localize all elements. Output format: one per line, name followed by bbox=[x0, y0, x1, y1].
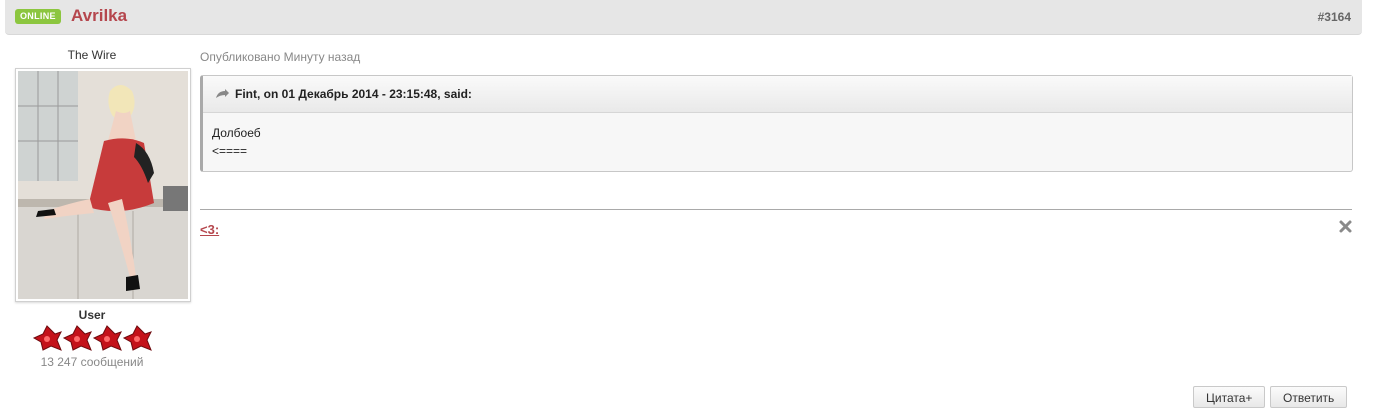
online-badge: ONLINE bbox=[15, 9, 61, 24]
author-sidebar: The Wire User 13 247 сообщений bbox=[10, 48, 191, 369]
quote-body: Долбоеб <==== bbox=[203, 113, 1352, 171]
post-count: 13 247 сообщений bbox=[40, 355, 144, 369]
quote-arrow-icon[interactable] bbox=[215, 88, 229, 100]
reputation-stars bbox=[10, 324, 174, 352]
quote-block: Fint, on 01 Декабрь 2014 - 23:15:48, sai… bbox=[200, 75, 1353, 172]
reply-button[interactable]: Ответить bbox=[1270, 386, 1348, 408]
quote-line: <==== bbox=[212, 144, 248, 158]
post-number-link[interactable]: #3164 bbox=[1318, 10, 1351, 24]
reputation-star-icon bbox=[122, 325, 152, 351]
quote-line: Долбоеб bbox=[212, 126, 261, 140]
member-title: The Wire bbox=[67, 48, 117, 62]
multiquote-button[interactable]: Цитата+ bbox=[1193, 386, 1266, 408]
reputation-star-icon bbox=[32, 325, 62, 351]
reputation-star-icon bbox=[62, 325, 92, 351]
avatar-photo-icon bbox=[18, 71, 188, 299]
signature-divider bbox=[200, 209, 1352, 210]
reputation-star-icon bbox=[92, 325, 122, 351]
avatar[interactable] bbox=[15, 68, 191, 302]
quote-citation: Fint, on 01 Декабрь 2014 - 23:15:48, sai… bbox=[235, 87, 472, 101]
member-group: User bbox=[78, 308, 106, 322]
author-name-link[interactable]: Avrilka bbox=[71, 6, 127, 26]
signature-link[interactable]: <3: bbox=[200, 222, 219, 237]
quote-header: Fint, on 01 Декабрь 2014 - 23:15:48, sai… bbox=[203, 76, 1352, 113]
posted-date: Опубликовано Минуту назад bbox=[200, 50, 361, 64]
post-header: ONLINE Avrilka #3164 bbox=[5, 0, 1362, 35]
close-icon[interactable] bbox=[1338, 219, 1353, 234]
